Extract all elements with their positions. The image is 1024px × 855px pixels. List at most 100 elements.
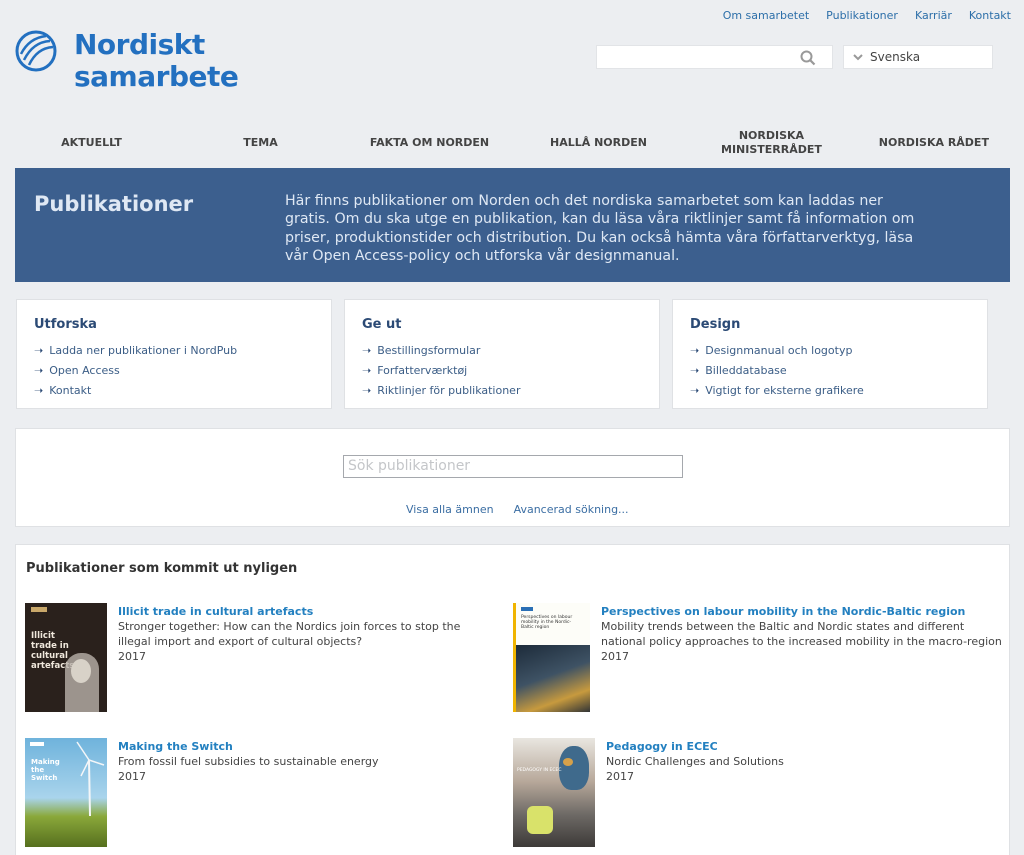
cover-photo [516, 645, 590, 712]
arrow-right-icon: ➝ [690, 384, 700, 397]
nav-nordiska-radet[interactable]: NORDISKA RÅDET [852, 118, 1016, 168]
wind-turbine-icon [76, 741, 105, 816]
publication-cover[interactable]: Perspectives on labour mobility in the N… [513, 603, 590, 712]
show-all-topics-link[interactable]: Visa alla ämnen [406, 503, 494, 516]
publication-cover[interactable]: PEDAGOGY IN ECEC [513, 738, 595, 847]
publication-meta: Pedagogy in ECEC Nordic Challenges and S… [606, 739, 784, 847]
arrow-right-icon: ➝ [362, 344, 372, 357]
card-link-label[interactable]: Bestillingsformular [377, 341, 480, 361]
main-nav: AKTUELLT TEMA FAKTA OM NORDEN HALLÅ NORD… [15, 118, 1010, 168]
cover-title: Making the Switch [31, 758, 60, 782]
publication-description: Mobility trends between the Baltic and N… [601, 620, 1002, 648]
publication-description: From fossil fuel subsidies to sustainabl… [118, 755, 379, 768]
cover-toy-eye [563, 758, 573, 766]
card-link-label[interactable]: Forfatterværktøj [377, 361, 467, 381]
publication-item[interactable]: Perspectives on labour mobility in the N… [513, 603, 1003, 712]
publication-year: 2017 [118, 770, 146, 783]
card-link-label[interactable]: Vigtigt for eksterne grafikere [705, 381, 864, 401]
cover-logo [31, 607, 47, 612]
cover-logo [30, 742, 44, 746]
card-title: Utforska [34, 317, 97, 332]
card-link-label[interactable]: Billeddatabase [705, 361, 786, 381]
publication-cover[interactable]: Illicit trade in cultural artefacts [25, 603, 107, 712]
arrow-right-icon: ➝ [362, 384, 372, 397]
card-link[interactable]: ➝ Kontakt [34, 381, 314, 401]
language-select[interactable]: Svenska [843, 45, 993, 69]
card-title: Ge ut [362, 317, 402, 332]
publication-search-input[interactable]: Sök publikationer [343, 455, 683, 478]
site-search-input[interactable] [596, 45, 833, 69]
cover-statue-head [71, 659, 91, 683]
search-icon[interactable] [800, 50, 816, 66]
toplink-publikationer[interactable]: Publikationer [826, 9, 898, 22]
publication-title[interactable]: Illicit trade in cultural artefacts [118, 604, 495, 619]
site-logo[interactable]: Nordiskt samarbete [15, 28, 239, 93]
card-link-label[interactable]: Kontakt [49, 381, 91, 401]
publication-description: Nordic Challenges and Solutions [606, 755, 784, 768]
cover-toy-cup [527, 806, 553, 834]
chevron-down-icon [853, 54, 863, 61]
nav-nordiska-ministerradet[interactable]: NORDISKA MINISTERRÅDET [691, 118, 852, 168]
cover-title: Perspectives on labour mobility in the N… [521, 615, 573, 630]
nav-aktuellt[interactable]: AKTUELLT [15, 118, 168, 168]
nav-tema[interactable]: TEMA [168, 118, 353, 168]
card-link-label[interactable]: Riktlinjer för publikationer [377, 381, 520, 401]
publication-year: 2017 [606, 770, 634, 783]
card-link-label[interactable]: Designmanual och logotyp [705, 341, 852, 361]
publication-cover[interactable]: Making the Switch [25, 738, 107, 847]
publication-title[interactable]: Perspectives on labour mobility in the N… [601, 604, 1003, 619]
card-link-label[interactable]: Ladda ner publikationer i NordPub [49, 341, 237, 361]
nav-halla-norden[interactable]: HALLÅ NORDEN [506, 118, 691, 168]
card-link[interactable]: ➝ Vigtigt for eksterne grafikere [690, 381, 970, 401]
card-link-label[interactable]: Open Access [49, 361, 120, 381]
arrow-right-icon: ➝ [34, 384, 44, 397]
top-links: Om samarbetet Publikationer Karriär Kont… [723, 9, 1011, 22]
publication-year: 2017 [601, 650, 629, 663]
logo-line-2: samarbete [74, 60, 239, 93]
toplink-karriar[interactable]: Karriär [915, 9, 952, 22]
card-link[interactable]: ➝ Bestillingsformular [362, 341, 642, 361]
recent-heading: Publikationer som kommit ut nyligen [26, 561, 298, 576]
arrow-right-icon: ➝ [690, 344, 700, 357]
hero-description: Här finns publikationer om Norden och de… [285, 193, 915, 264]
toplink-om-samarbetet[interactable]: Om samarbetet [723, 9, 809, 22]
publication-item[interactable]: PEDAGOGY IN ECEC Pedagogy in ECEC Nordic… [513, 738, 1003, 847]
publication-item[interactable]: Making the Switch Making the Switch From… [25, 738, 495, 847]
publication-meta: Illicit trade in cultural artefacts Stro… [118, 604, 495, 712]
arrow-right-icon: ➝ [362, 364, 372, 377]
card-title: Design [690, 317, 741, 332]
card-link[interactable]: ➝ Riktlinjer för publikationer [362, 381, 642, 401]
publication-meta: Making the Switch From fossil fuel subsi… [118, 739, 379, 847]
cover-logo [521, 607, 533, 611]
card-link[interactable]: ➝ Forfatterværktøj [362, 361, 642, 381]
arrow-right-icon: ➝ [34, 364, 44, 377]
publication-meta: Perspectives on labour mobility in the N… [601, 604, 1003, 712]
card-link[interactable]: ➝ Ladda ner publikationer i NordPub [34, 341, 314, 361]
publication-year: 2017 [118, 650, 146, 663]
publication-title[interactable]: Pedagogy in ECEC [606, 739, 784, 754]
logo-line-1: Nordiskt [74, 28, 205, 61]
publication-description: Stronger together: How can the Nordics j… [118, 620, 461, 648]
language-selected: Svenska [870, 50, 921, 64]
card-link[interactable]: ➝ Designmanual och logotyp [690, 341, 970, 361]
nav-fakta-om-norden[interactable]: FAKTA OM NORDEN [353, 118, 506, 168]
card-design: Design ➝ Designmanual och logotyp ➝ Billed… [672, 299, 988, 409]
publication-search-links: Visa alla ämnen Avancerad sökning... [406, 503, 629, 516]
swan-logo-icon [15, 30, 57, 72]
card-link[interactable]: ➝ Open Access [34, 361, 314, 381]
recent-publications: Publikationer som kommit ut nyligen Illi… [15, 544, 1010, 855]
advanced-search-link[interactable]: Avancerad sökning... [514, 503, 629, 516]
page-title: Publikationer [34, 192, 194, 216]
cover-title: PEDAGOGY IN ECEC [517, 768, 562, 773]
arrow-right-icon: ➝ [690, 364, 700, 377]
card-ge-ut: Ge ut ➝ Bestillingsformular ➝ Forfattervær… [344, 299, 660, 409]
publication-search-panel: Sök publikationer Visa alla ämnen Avance… [15, 428, 1010, 527]
publication-item[interactable]: Illicit trade in cultural artefacts Illi… [25, 603, 495, 712]
card-link[interactable]: ➝ Billeddatabase [690, 361, 970, 381]
hero-banner: Publikationer Här finns publikationer om… [15, 168, 1010, 282]
arrow-right-icon: ➝ [34, 344, 44, 357]
toplink-kontakt[interactable]: Kontakt [969, 9, 1011, 22]
card-utforska: Utforska ➝ Ladda ner publikationer i Nord… [16, 299, 332, 409]
logo-wordmark: Nordiskt samarbete [74, 28, 239, 93]
publication-title[interactable]: Making the Switch [118, 739, 379, 754]
